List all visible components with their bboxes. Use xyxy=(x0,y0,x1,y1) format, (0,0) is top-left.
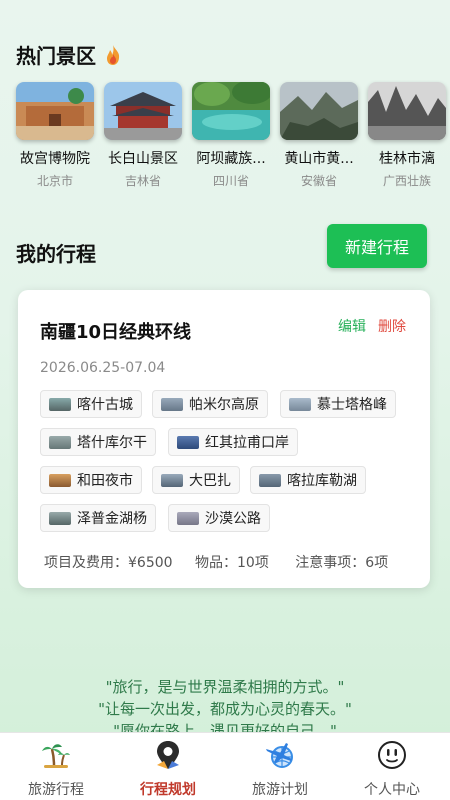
trip-card[interactable]: 南疆10日经典环线 编辑 删除 2026.06.25-07.04 喀什古城 帕米… xyxy=(18,290,430,588)
spot-thumbnail xyxy=(16,82,94,140)
tab-travel-plan[interactable]: 旅游计划 xyxy=(224,733,336,800)
place-thumbnail-icon xyxy=(177,435,199,449)
edit-button[interactable]: 编辑 xyxy=(338,316,366,336)
place-tag-label: 红其拉甫口岸 xyxy=(205,435,289,451)
spot-province: 北京市 xyxy=(36,174,73,188)
hot-spots-label: 热门景区 xyxy=(16,44,96,68)
trip-title: 南疆10日经典环线 xyxy=(40,322,192,343)
spot-province: 广西壮族 xyxy=(382,174,431,188)
palm-tree-icon xyxy=(42,744,70,768)
place-thumbnail-icon xyxy=(289,397,311,411)
spot-thumbnail xyxy=(368,82,446,140)
trip-dates: 2026.06.25-07.04 xyxy=(40,360,166,376)
airplane-globe-icon xyxy=(266,743,293,768)
tab-label: 旅游行程 xyxy=(28,782,84,798)
place-tag[interactable]: 帕米尔高原 xyxy=(152,390,268,418)
hot-spots-list[interactable]: 故宫博物院 北京市 长白山景区 吉林省 阿坝藏族... 四川省 黄山市黄... … xyxy=(12,80,450,190)
hot-spots-title: 热门景区 xyxy=(16,40,122,69)
spot-name: 故宫博物院 xyxy=(20,151,90,167)
fire-icon xyxy=(107,44,120,65)
tab-label: 旅游计划 xyxy=(252,782,308,798)
place-tag[interactable]: 红其拉甫口岸 xyxy=(168,428,298,456)
spot-province: 安徽省 xyxy=(300,174,337,188)
quote-line: "旅行，是与世界温柔相拥的方式。" xyxy=(105,678,345,696)
place-tag[interactable]: 喀什古城 xyxy=(40,390,142,418)
place-tag[interactable]: 泽普金湖杨 xyxy=(40,504,156,532)
cost-stat: 项目及费用：¥6500 xyxy=(44,555,173,571)
map-pin-icon xyxy=(157,741,179,769)
quote-line: "让每一次出发，都成为心灵的春天。" xyxy=(98,700,352,718)
spot-province: 四川省 xyxy=(212,174,249,188)
tab-travel-itinerary[interactable]: 旅游行程 xyxy=(0,733,112,800)
spot-name: 黄山市黄... xyxy=(284,151,354,167)
spot-name: 阿坝藏族... xyxy=(196,151,266,167)
place-tag[interactable]: 喀拉库勒湖 xyxy=(250,466,366,494)
spot-card[interactable]: 长白山景区 吉林省 xyxy=(100,80,186,189)
place-tag-label: 沙漠公路 xyxy=(205,511,261,527)
place-tag-label: 慕士塔格峰 xyxy=(317,397,387,413)
spot-thumbnail xyxy=(192,82,270,140)
place-tag-label: 塔什库尔干 xyxy=(77,435,147,451)
bottom-tab-bar: 旅游行程 行程规划 旅游计划 个人中心 xyxy=(0,732,450,800)
tab-trip-planning[interactable]: 行程规划 xyxy=(112,733,224,800)
spot-card[interactable]: 黄山市黄... 安徽省 xyxy=(276,80,362,189)
spot-card[interactable]: 桂林市漓 广西壮族 xyxy=(364,80,450,189)
smiley-face-icon xyxy=(378,741,406,769)
spot-name: 长白山景区 xyxy=(108,151,178,167)
place-tag-label: 泽普金湖杨 xyxy=(77,511,147,527)
spot-name: 桂林市漓 xyxy=(379,151,435,167)
place-tag-label: 大巴扎 xyxy=(189,473,231,489)
place-tag[interactable]: 沙漠公路 xyxy=(168,504,270,532)
place-tag[interactable]: 慕士塔格峰 xyxy=(280,390,396,418)
my-trips-title: 我的行程 xyxy=(16,242,96,266)
place-thumbnail-icon xyxy=(161,473,183,487)
spot-card[interactable]: 阿坝藏族... 四川省 xyxy=(188,80,274,189)
place-thumbnail-icon xyxy=(177,511,199,525)
notes-stat: 注意事项：6项 xyxy=(295,555,389,571)
spot-thumbnail xyxy=(104,82,182,140)
trip-stats: 项目及费用：¥6500 物品：10项 注意事项：6项 xyxy=(44,552,388,572)
spot-province: 吉林省 xyxy=(124,174,161,188)
place-tag-label: 喀什古城 xyxy=(77,397,133,413)
place-thumbnail-icon xyxy=(49,397,71,411)
place-tag-label: 喀拉库勒湖 xyxy=(287,473,357,489)
tab-label: 行程规划 xyxy=(140,782,196,798)
place-thumbnail-icon xyxy=(49,511,71,525)
place-tag[interactable]: 大巴扎 xyxy=(152,466,240,494)
delete-button[interactable]: 删除 xyxy=(378,316,406,336)
place-tag[interactable]: 和田夜市 xyxy=(40,466,142,494)
place-thumbnail-icon xyxy=(259,473,281,487)
place-thumbnail-icon xyxy=(49,473,71,487)
place-thumbnail-icon xyxy=(49,435,71,449)
spot-card[interactable]: 故宫博物院 北京市 xyxy=(12,80,98,189)
place-thumbnail-icon xyxy=(161,397,183,411)
place-tag-label: 帕米尔高原 xyxy=(189,397,259,413)
place-tag-label: 和田夜市 xyxy=(77,473,133,489)
items-stat: 物品：10项 xyxy=(195,555,269,571)
place-tag[interactable]: 塔什库尔干 xyxy=(40,428,156,456)
new-trip-button[interactable]: 新建行程 xyxy=(327,224,427,268)
tab-personal-center[interactable]: 个人中心 xyxy=(336,733,448,800)
spot-thumbnail xyxy=(280,82,358,140)
tab-label: 个人中心 xyxy=(364,782,420,798)
